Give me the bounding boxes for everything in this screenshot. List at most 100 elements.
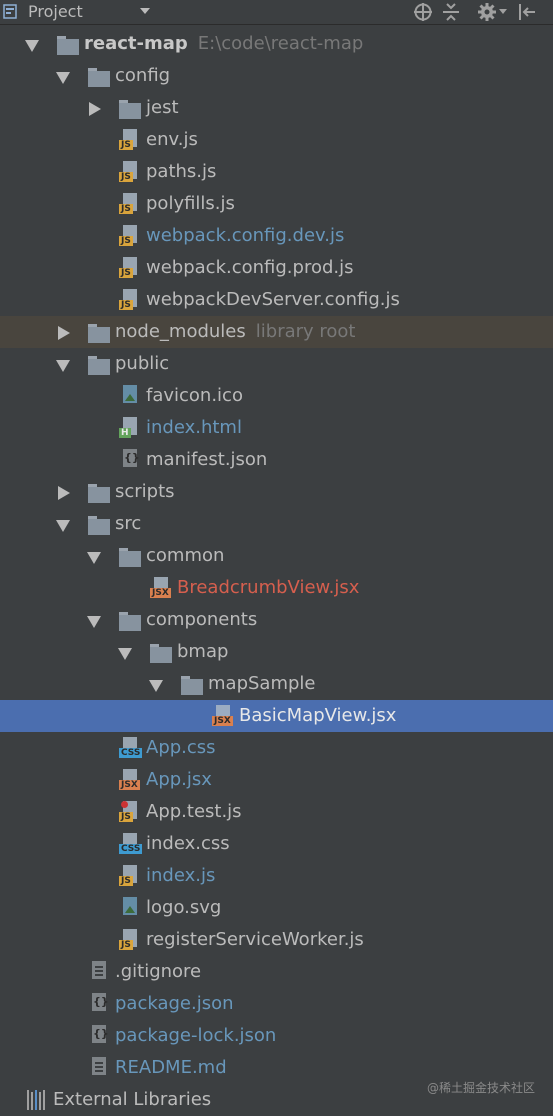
chevron-down-icon[interactable] — [149, 678, 163, 692]
tree-row-webpack-config-prod-js[interactable]: JS webpack.config.prod.js — [0, 252, 553, 284]
folder-icon — [119, 99, 141, 119]
gear-menu-chevron-icon[interactable] — [499, 9, 507, 14]
jsx-badge: JSX — [119, 780, 140, 790]
tree-row-logo-svg[interactable]: logo.svg — [0, 892, 553, 924]
chevron-down-icon[interactable] — [87, 550, 101, 564]
json-brace-glyph: {} — [124, 451, 140, 464]
image-mountain-glyph — [125, 906, 135, 913]
tree-item-label: BreadcrumbView.jsx — [177, 572, 359, 604]
tree-item-text: App.jsx — [146, 769, 212, 790]
tree-item-label: index.css — [146, 828, 230, 860]
tree-item-hint: E:\code\react-map — [197, 33, 364, 54]
jsx-file-icon: JSX — [212, 705, 234, 727]
chevron-down-icon[interactable] — [118, 646, 132, 660]
jsx-badge: JSX — [150, 588, 171, 598]
tree-row-public[interactable]: public — [0, 348, 553, 380]
project-view-title[interactable]: Project — [28, 1, 83, 23]
tree-row-manifest-json[interactable]: {} manifest.json — [0, 444, 553, 476]
tree-item-hint: library root — [255, 321, 356, 342]
tree-row-registerserviceworker-js[interactable]: JS registerServiceWorker.js — [0, 924, 553, 956]
tree-item-text: src — [115, 513, 142, 534]
tree-row-node-modules[interactable]: node_modules library root — [0, 316, 553, 348]
tree-row-basicmapview-jsx[interactable]: JSX BasicMapView.jsx — [0, 700, 553, 732]
tree-item-text: package.json — [115, 993, 234, 1014]
tree-row-paths-js[interactable]: JS paths.js — [0, 156, 553, 188]
tree-row-src[interactable]: src — [0, 508, 553, 540]
tree-item-text: webpack.config.dev.js — [146, 225, 345, 246]
tree-row-env-js[interactable]: JS env.js — [0, 124, 553, 156]
jsx-badge: JSX — [212, 716, 233, 726]
tree-row-app-jsx[interactable]: JSX App.jsx — [0, 764, 553, 796]
chevron-right-icon[interactable] — [87, 102, 101, 116]
tree-item-label: react-map E:\code\react-map — [84, 28, 363, 60]
tree-item-text: webpackDevServer.config.js — [146, 289, 400, 310]
tree-row-common[interactable]: common — [0, 540, 553, 572]
tree-item-text: favicon.ico — [146, 385, 243, 406]
tree-row-favicon-ico[interactable]: favicon.ico — [0, 380, 553, 412]
gear-icon[interactable] — [476, 1, 498, 23]
tree-row-index-css[interactable]: CSS index.css — [0, 828, 553, 860]
tree-item-label: App.test.js — [146, 796, 242, 828]
folder-icon — [88, 323, 110, 343]
tree-row-index-html[interactable]: Hindex.html — [0, 412, 553, 444]
tree-row-jest[interactable]: jest — [0, 92, 553, 124]
tree-item-text: scripts — [115, 481, 175, 502]
tree-item-text: manifest.json — [146, 449, 268, 470]
json-file-icon: {} — [88, 993, 110, 1015]
folder-body-shape — [181, 679, 203, 695]
folder-body-shape — [150, 647, 172, 663]
chevron-down-icon[interactable] — [87, 614, 101, 628]
tree-item-label: env.js — [146, 124, 198, 156]
tree-row-mapsample[interactable]: mapSample — [0, 668, 553, 700]
tree-item-label: webpack.config.prod.js — [146, 252, 354, 284]
tree-item-label: index.js — [146, 860, 215, 892]
library-bar-shape — [43, 1090, 45, 1110]
js-file-icon: JS — [119, 225, 141, 247]
tree-row-webpackdevserver-config-js[interactable]: JS webpackDevServer.config.js — [0, 284, 553, 316]
tree-row-config[interactable]: config — [0, 60, 553, 92]
tree-row-scripts[interactable]: scripts — [0, 476, 553, 508]
html-badge: H — [119, 428, 131, 438]
text-line-glyph — [95, 970, 103, 972]
tree-item-text: react-map — [84, 33, 188, 54]
tree-item-label: App.css — [146, 732, 216, 764]
text-line-glyph — [95, 974, 103, 976]
folder-icon — [181, 675, 203, 695]
tree-row-package-lock-json[interactable]: {} package-lock.json — [0, 1020, 553, 1052]
tree-row-app-test-js[interactable]: JS App.test.js — [0, 796, 553, 828]
tree-row-react-map[interactable]: react-map E:\code\react-map — [0, 28, 553, 60]
tree-item-label: package-lock.json — [115, 1020, 276, 1052]
chevron-down-icon[interactable] — [56, 518, 70, 532]
watermark: @稀土掘金技术社区 — [426, 1081, 535, 1095]
chevron-down-icon[interactable] — [56, 70, 70, 84]
folder-icon — [150, 643, 172, 663]
tree-row-webpack-config-dev-js[interactable]: JS webpack.config.dev.js — [0, 220, 553, 252]
tree-row-bmap[interactable]: bmap — [0, 636, 553, 668]
tree-item-text: common — [146, 545, 225, 566]
folder-icon — [88, 355, 110, 375]
locate-icon[interactable] — [412, 1, 434, 23]
collapse-all-icon[interactable] — [440, 1, 462, 23]
chevron-down-icon[interactable] — [56, 358, 70, 372]
tree-row-app-css[interactable]: CSS App.css — [0, 732, 553, 764]
chevron-right-icon[interactable] — [56, 326, 70, 340]
chevron-down-icon[interactable] — [25, 38, 39, 52]
hide-panel-icon[interactable] — [516, 1, 538, 23]
tree-row-package-json[interactable]: {} package.json — [0, 988, 553, 1020]
tree-row-polyfills-js[interactable]: JS polyfills.js — [0, 188, 553, 220]
tree-row-index-js[interactable]: JS index.js — [0, 860, 553, 892]
tree-item-label: index.html — [146, 412, 242, 444]
library-bar-shape — [35, 1090, 37, 1110]
folder-icon — [119, 547, 141, 567]
js-badge: JS — [119, 236, 133, 246]
chevron-down-icon[interactable] — [140, 8, 150, 14]
tree-row-gitignore[interactable]: .gitignore — [0, 956, 553, 988]
test-file-icon: JS — [119, 801, 141, 823]
tree-item-text: registerServiceWorker.js — [146, 929, 364, 950]
tree-item-text: BreadcrumbView.jsx — [177, 577, 360, 598]
tree-row-components[interactable]: components — [0, 604, 553, 636]
chevron-right-icon[interactable] — [56, 486, 70, 500]
tree-row-breadcrumbview-jsx[interactable]: JSX BreadcrumbView.jsx — [0, 572, 553, 604]
tree-item-text: webpack.config.prod.js — [146, 257, 354, 278]
tree-item-text: App.css — [146, 737, 216, 758]
